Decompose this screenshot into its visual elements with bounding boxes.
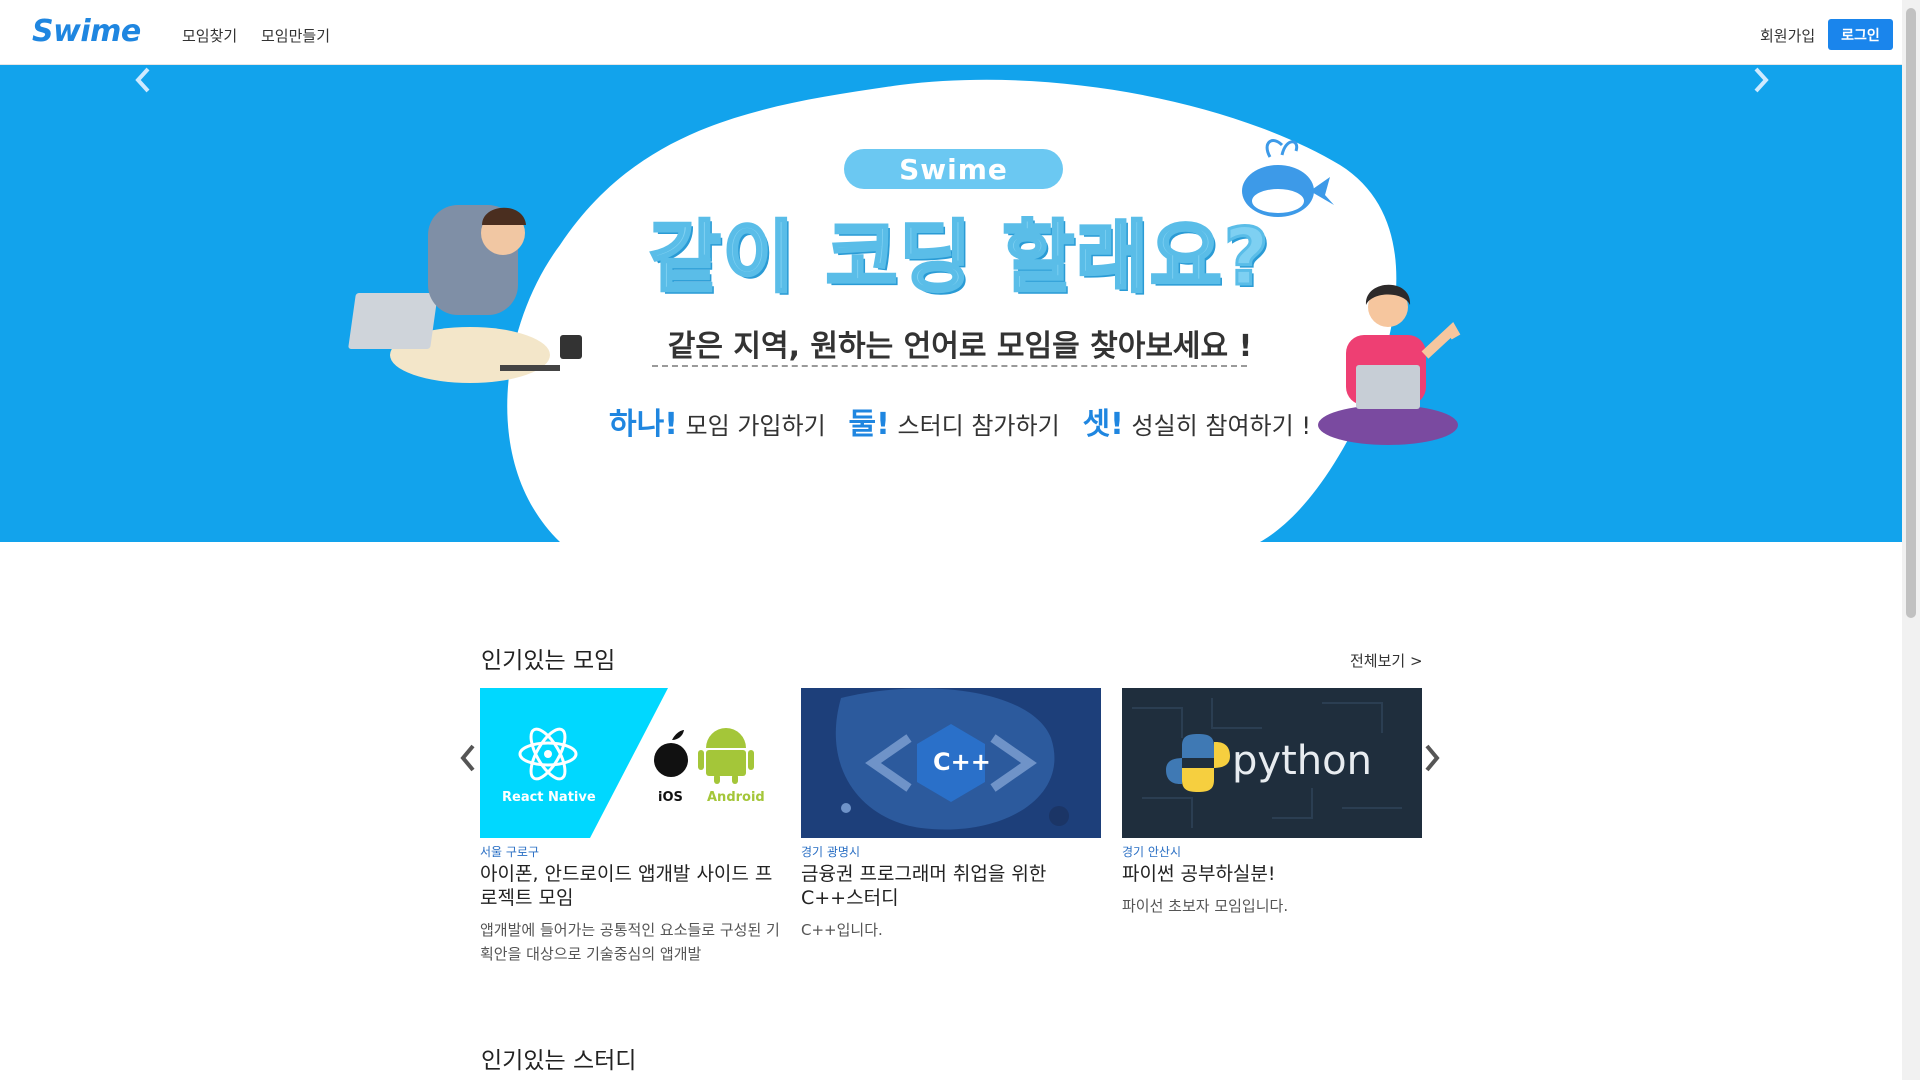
- react-native-label: React Native: [502, 790, 596, 805]
- popular-groups-title: 인기있는 모임: [481, 648, 616, 674]
- signup-link[interactable]: 회원가입: [1760, 25, 1815, 46]
- group-card[interactable]: python 경기 안산시 파이썬 공부하실분! 파이선 초보자 모임입니다.: [1122, 688, 1422, 918]
- group-card[interactable]: C++ 경기 광명시 금융권 프로그래머 취업을 위한 C++스터디 C++입니…: [801, 688, 1101, 942]
- card-description: C++입니다.: [801, 921, 883, 939]
- hero-banner: Swime 같이 코딩 할래요? 같은 지역, 원하는 언어로 모임을 찾아보세…: [0, 65, 1902, 542]
- card-description: 파이선 초보자 모임입니다.: [1122, 897, 1289, 915]
- python-label: python: [1232, 738, 1372, 784]
- scrollbar[interactable]: [1902, 0, 1920, 1080]
- groups-next-arrow[interactable]: [1424, 743, 1440, 773]
- card-thumbnail-cpp[interactable]: C++: [801, 688, 1101, 838]
- step-1-em: 하나!: [609, 407, 678, 442]
- card-location: 경기 광명시: [801, 845, 861, 859]
- group-card[interactable]: React Native iOS Android 서울 구로구 아이폰, 안드로…: [480, 688, 780, 966]
- card-location: 서울 구로구: [480, 845, 540, 859]
- banner-next-arrow[interactable]: [1752, 65, 1770, 95]
- card-title[interactable]: 파이썬 공부하실분!: [1122, 862, 1422, 886]
- banner-steps: 하나! 모임 가입하기 둘! 스터디 참가하기 셋! 성실히 참여하기 !: [600, 399, 1320, 443]
- banner-divider: [652, 365, 1247, 367]
- see-all-link[interactable]: 전체보기 >: [1350, 650, 1423, 671]
- step-2-text: 스터디 참가하기: [897, 412, 1060, 440]
- login-button[interactable]: 로그인: [1828, 19, 1893, 50]
- banner-pill: Swime: [844, 149, 1063, 189]
- ios-label: iOS: [658, 790, 683, 805]
- popular-studies-title: 인기있는 스터디: [481, 1048, 637, 1074]
- card-location: 경기 안산시: [1122, 845, 1182, 859]
- groups-prev-arrow[interactable]: [460, 743, 476, 773]
- nav-create-group[interactable]: 모임만들기: [261, 25, 330, 46]
- logo[interactable]: Swime: [32, 14, 141, 49]
- step-3-text: 성실히 참여하기 !: [1131, 412, 1311, 440]
- card-title[interactable]: 아이폰, 안드로이드 앱개발 사이드 프로젝트 모임: [480, 862, 780, 910]
- cpp-label: C++: [933, 748, 991, 776]
- nav-find-groups[interactable]: 모임찾기: [182, 25, 237, 46]
- android-label: Android: [707, 790, 765, 805]
- card-thumbnail-react-native[interactable]: React Native iOS Android: [480, 688, 780, 838]
- card-description: 앱개발에 들어가는 공통적인 요소들로 구성된 기획안을 대상으로 기술중심의 …: [480, 921, 780, 963]
- scrollbar-thumb[interactable]: [1906, 8, 1916, 618]
- step-3-em: 셋!: [1082, 407, 1124, 442]
- banner-subhead: 같은 지역, 원하는 언어로 모임을 찾아보세요 !: [667, 329, 1253, 364]
- step-1-text: 모임 가입하기: [685, 412, 826, 440]
- card-title[interactable]: 금융권 프로그래머 취업을 위한 C++스터디: [801, 862, 1101, 910]
- step-2-em: 둘!: [848, 407, 890, 442]
- top-navbar: Swime 모임찾기 모임만들기 회원가입 로그인: [0, 0, 1902, 65]
- banner-headline: 같이 코딩 할래요?: [648, 212, 1271, 305]
- banner-prev-arrow[interactable]: [134, 65, 152, 95]
- card-thumbnail-python[interactable]: python: [1122, 688, 1422, 838]
